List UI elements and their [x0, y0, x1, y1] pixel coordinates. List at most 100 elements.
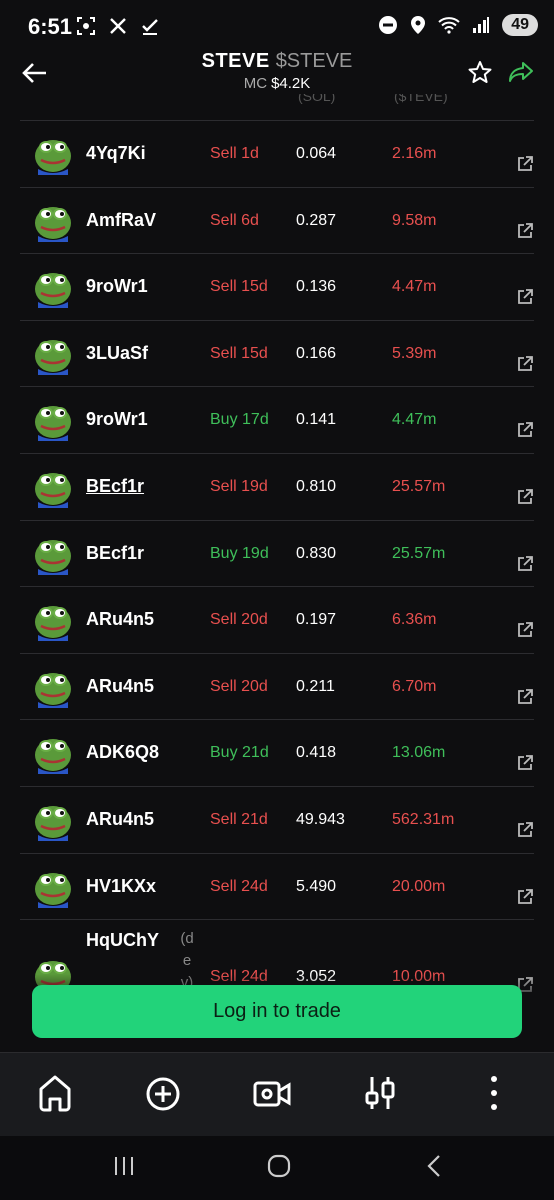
- table-row[interactable]: HV1KXx Sell 24d 5.490 20.00m: [20, 852, 534, 920]
- table-row[interactable]: BEcf1r Buy 19d 0.830 25.57m: [20, 519, 534, 587]
- external-link-icon[interactable]: [516, 488, 534, 511]
- trade-amount: 5.490: [296, 877, 337, 895]
- trade-amount: 0.810: [296, 477, 337, 495]
- external-link-icon[interactable]: [516, 355, 534, 378]
- check-icon: [142, 19, 158, 35]
- trade-side: Sell 19d: [210, 477, 268, 495]
- trade-side: Sell 24d: [210, 877, 268, 895]
- trade-amount: 0.141: [296, 411, 337, 429]
- trade-side: Sell 6d: [210, 211, 259, 229]
- trade-side: Buy 19d: [210, 544, 269, 562]
- wallet-address[interactable]: ARu4n5: [86, 609, 154, 630]
- trade-side: Buy 21d: [210, 744, 269, 762]
- avatar[interactable]: [32, 866, 74, 908]
- wallet-address[interactable]: HV1KXx: [86, 876, 156, 897]
- column-amount-unit: (SOL): [298, 94, 336, 104]
- wallet-address[interactable]: ADK6Q8: [86, 742, 159, 763]
- avatar[interactable]: [32, 466, 74, 508]
- wallet-address[interactable]: 9roWr1: [86, 276, 148, 297]
- avatar[interactable]: [32, 200, 74, 242]
- external-link-icon[interactable]: [516, 421, 534, 444]
- trade-tokens: 6.70m: [392, 677, 437, 695]
- trade-tokens: 6.36m: [392, 611, 437, 629]
- star-icon[interactable]: [468, 60, 492, 84]
- status-time: 6:51: [28, 14, 73, 39]
- trade-tokens: 4.47m: [392, 411, 437, 429]
- token-name: STEVE: [201, 50, 270, 72]
- external-link-icon[interactable]: [516, 888, 534, 911]
- more-vertical-icon[interactable]: [484, 1073, 504, 1113]
- back-chevron-icon[interactable]: [424, 1154, 444, 1183]
- trade-side: Sell 21d: [210, 810, 268, 828]
- external-link-icon[interactable]: [516, 621, 534, 644]
- table-row[interactable]: 3LUaSf Sell 15d 0.166 5.39m: [20, 319, 534, 387]
- avatar[interactable]: [32, 266, 74, 309]
- home-circle-icon[interactable]: [267, 1154, 291, 1183]
- external-link-icon[interactable]: [516, 288, 534, 311]
- system-nav: [0, 1136, 554, 1200]
- table-row[interactable]: BEcf1r Sell 19d 0.810 25.57m: [20, 452, 534, 520]
- trade-tokens: 2.16m: [392, 145, 437, 162]
- trade-tokens: 5.39m: [392, 344, 437, 362]
- avatar[interactable]: [32, 399, 74, 442]
- trade-side: Sell 1d: [210, 145, 259, 162]
- trade-side: Sell 15d: [210, 344, 268, 362]
- external-link-icon[interactable]: [516, 821, 534, 844]
- wallet-address[interactable]: HqUChY: [86, 930, 159, 951]
- screenshot-icon: [77, 17, 95, 35]
- trade-side: Sell 15d: [210, 278, 268, 296]
- wallet-address[interactable]: ARu4n5: [86, 809, 154, 830]
- table-row[interactable]: 9roWr1 Buy 17d 0.141 4.47m: [20, 386, 534, 453]
- trade-amount: 0.136: [296, 278, 337, 296]
- table-row[interactable]: ARu4n5 Sell 21d 49.943 562.31m: [20, 785, 534, 853]
- partial-column-header: (SOL) ($TEVE): [0, 94, 554, 118]
- table-row[interactable]: ARu4n5 Sell 20d 0.197 6.36m: [20, 586, 534, 653]
- avatar[interactable]: [32, 666, 74, 708]
- token-symbol: $STEVE: [275, 50, 353, 72]
- trade-side: Buy 17d: [210, 411, 269, 429]
- avatar[interactable]: [32, 732, 74, 775]
- chart-candles-icon[interactable]: [362, 1073, 398, 1113]
- trade-side: Sell 20d: [210, 677, 268, 695]
- mc-value: $4.2K: [271, 75, 311, 92]
- trade-list[interactable]: 4Yq7Ki Sell 1d 0.064 2.16m AmfRaV Sell 6d 0.28…: [0, 120, 554, 998]
- trade-tokens: 13.06m: [392, 744, 446, 762]
- wallet-address[interactable]: ARu4n5: [86, 676, 154, 697]
- external-link-icon[interactable]: [516, 155, 534, 178]
- avatar[interactable]: [32, 599, 74, 642]
- avatar[interactable]: [32, 533, 74, 575]
- wallet-address[interactable]: 9roWr1: [86, 409, 148, 430]
- avatar[interactable]: [32, 133, 74, 175]
- login-to-trade-button[interactable]: Log in to trade: [32, 985, 522, 1038]
- external-link-icon[interactable]: [516, 555, 534, 578]
- share-icon[interactable]: [508, 60, 534, 84]
- x-logo-icon: [110, 18, 126, 34]
- recent-apps-icon[interactable]: [112, 1154, 136, 1183]
- status-left-icons: [76, 16, 160, 36]
- wallet-address[interactable]: 3LUaSf: [86, 343, 148, 364]
- table-row[interactable]: AmfRaV Sell 6d 0.287 9.58m: [20, 186, 534, 254]
- external-link-icon[interactable]: [516, 754, 534, 777]
- video-icon[interactable]: [252, 1073, 292, 1113]
- wallet-address[interactable]: AmfRaV: [86, 210, 156, 231]
- home-icon[interactable]: [37, 1073, 73, 1113]
- trade-tokens: 9.58m: [392, 211, 437, 229]
- trade-amount: 0.830: [296, 544, 337, 562]
- table-row[interactable]: 4Yq7Ki Sell 1d 0.064 2.16m: [20, 120, 534, 187]
- avatar[interactable]: [32, 799, 74, 841]
- trade-side: Sell 20d: [210, 611, 268, 629]
- wallet-address[interactable]: 4Yq7Ki: [86, 143, 146, 164]
- wallet-address[interactable]: BEcf1r: [86, 543, 144, 564]
- trade-amount: 0.211: [296, 677, 335, 695]
- wallet-address[interactable]: BEcf1r: [86, 476, 144, 497]
- external-link-icon[interactable]: [516, 688, 534, 711]
- table-row[interactable]: ADK6Q8 Buy 21d 0.418 13.06m: [20, 719, 534, 786]
- avatar[interactable]: [32, 333, 74, 375]
- table-row[interactable]: 9roWr1 Sell 15d 0.136 4.47m: [20, 253, 534, 320]
- location-icon: [411, 16, 426, 34]
- external-link-icon[interactable]: [516, 222, 534, 245]
- table-row[interactable]: ARu4n5 Sell 20d 0.211 6.70m: [20, 652, 534, 720]
- signal-icon: [473, 17, 490, 33]
- add-circle-icon[interactable]: [145, 1073, 181, 1113]
- wifi-icon: [438, 17, 460, 34]
